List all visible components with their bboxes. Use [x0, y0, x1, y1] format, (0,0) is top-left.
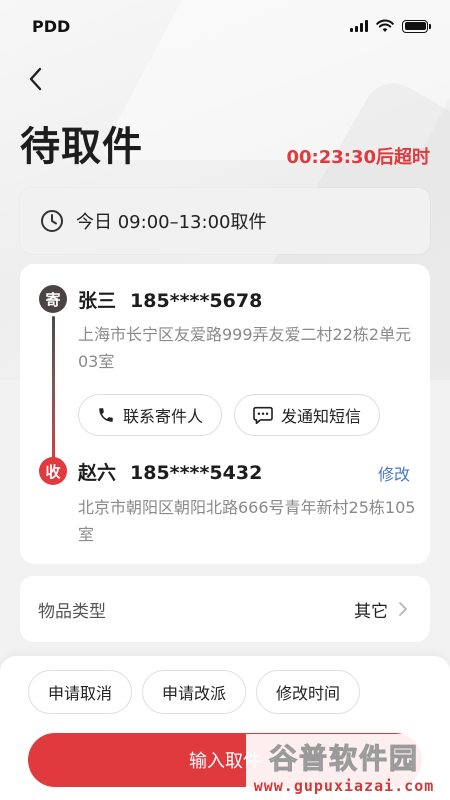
chevron-left-icon [29, 67, 42, 91]
countdown-timer: 00:23:30后超时 [286, 147, 430, 168]
send-sms-label: 发通知短信 [281, 407, 362, 426]
sender-actions: 联系寄件人 发通知短信 [78, 394, 381, 436]
chevron-right-icon [399, 602, 407, 616]
receiver-badge: 收 [39, 457, 67, 485]
watermark-logo: 谷普软件园 www.gupuxiazai.com [246, 734, 442, 798]
back-button[interactable] [20, 62, 50, 96]
item-type-label: 物品类型 [38, 601, 106, 622]
wifi-icon [376, 19, 394, 32]
route-timeline [52, 316, 55, 466]
edit-receiver-link[interactable]: 修改 [378, 461, 410, 485]
secondary-actions: 申请取消 申请改派 修改时间 [28, 670, 361, 714]
pickup-time-text: 今日 09:00–13:00取件 [76, 212, 267, 233]
receiver-name: 赵六 [78, 462, 117, 484]
request-reassign-button[interactable]: 申请改派 [142, 670, 247, 714]
status-icons [350, 19, 431, 33]
sms-icon [253, 406, 273, 424]
clock-icon [41, 210, 63, 232]
signal-icon [350, 20, 368, 32]
receiver-address: 北京市朝阳区朝阳北路666号青年新村25栋105室 [78, 498, 416, 544]
sender-info: 张三 185****5678 [78, 286, 262, 313]
pickup-time-card: 今日 09:00–13:00取件 [20, 188, 430, 254]
contact-sender-label: 联系寄件人 [123, 407, 204, 426]
sender-address: 上海市长宁区友爱路999弄友爱二村22栋2单元03室 [78, 325, 412, 371]
request-cancel-button[interactable]: 申请取消 [28, 670, 133, 714]
page-title: 待取件 [20, 124, 143, 170]
sender-phone: 185****5678 [130, 290, 263, 312]
item-type-value-wrap: 其它 [354, 597, 408, 622]
receiver-phone: 185****5432 [130, 462, 263, 484]
status-bar: PDD [0, 0, 450, 52]
modify-time-button[interactable]: 修改时间 [256, 670, 361, 714]
battery-icon [402, 19, 431, 33]
sender-name: 张三 [78, 290, 117, 312]
item-type-value: 其它 [354, 601, 388, 622]
address-card: 寄 张三 185****5678 上海市长宁区友爱路999弄友爱二村22栋2单元… [20, 264, 430, 564]
watermark-main-text: 谷普软件园 [268, 742, 419, 776]
send-sms-button[interactable]: 发通知短信 [234, 394, 381, 436]
phone-icon [99, 408, 113, 422]
receiver-info: 赵六 185****5432 [78, 458, 262, 485]
item-type-row[interactable]: 物品类型 其它 [20, 576, 430, 642]
sender-badge: 寄 [39, 285, 67, 313]
watermark-url-text: www.gupuxiazai.com [253, 777, 435, 795]
contact-sender-button[interactable]: 联系寄件人 [78, 394, 223, 436]
carrier-label: PDD [32, 16, 71, 36]
